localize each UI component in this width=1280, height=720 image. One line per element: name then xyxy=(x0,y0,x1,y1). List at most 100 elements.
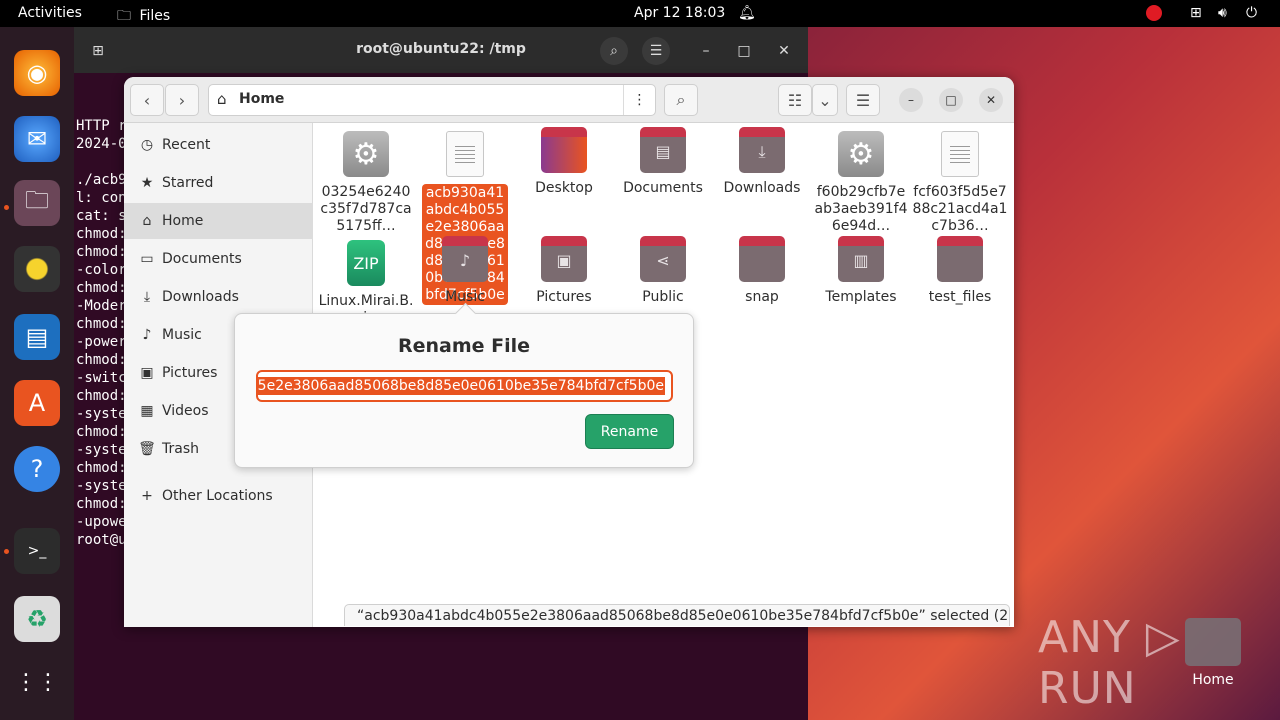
file-label: Documents xyxy=(623,180,703,196)
activities-button[interactable]: Activities xyxy=(18,5,82,21)
maximize-icon: □ xyxy=(945,93,957,107)
text-file-icon xyxy=(941,131,979,177)
file-item[interactable]: ⚙ 03254e6240c35f7d787ca5175ff… xyxy=(318,131,414,235)
file-label: f60b29cfb7eab3aeb391f46e94d… xyxy=(814,184,908,234)
sidebar-item-label: Videos xyxy=(162,403,209,419)
rename-input[interactable]: acb930a41abdc4b055e2e3806aad85068be8d85e… xyxy=(256,370,673,402)
file-item[interactable]: ⋖ Public xyxy=(615,236,711,306)
menu-icon[interactable]: ☰ xyxy=(642,37,670,65)
terminal-line: l: con xyxy=(76,190,127,206)
terminal-icon[interactable]: >_ xyxy=(14,528,60,574)
text-file-icon xyxy=(446,131,484,177)
file-label: Downloads xyxy=(723,180,801,196)
terminal-line: ./acb9 xyxy=(76,172,127,188)
file-label: snap xyxy=(745,289,779,305)
view-list-button[interactable]: ☷ xyxy=(778,84,812,116)
chevron-down-icon: ⌄ xyxy=(818,90,832,110)
star-icon: ★ xyxy=(140,175,154,191)
path-bar[interactable]: ⌂ Home ⋮ xyxy=(208,84,656,116)
executable-icon: ⚙ xyxy=(838,131,884,177)
folder-icon: ⤓ xyxy=(739,127,785,173)
terminal-line: -upowe xyxy=(76,514,127,530)
download-icon: ⤓ xyxy=(143,289,151,305)
power-icon[interactable]: ⏻ xyxy=(1246,5,1257,21)
file-item[interactable]: Desktop xyxy=(516,127,612,197)
view-options-button[interactable]: ⌄ xyxy=(812,84,838,116)
sidebar-item-label: Pictures xyxy=(162,365,218,381)
terminal-line: chmod: xyxy=(76,226,127,242)
files-headerbar: ‹ › ⌂ Home ⋮ ⌕ ☷ ⌄ ☰ – □ ✕ xyxy=(124,77,1014,123)
sidebar-item-starred[interactable]: ★ Starred xyxy=(124,165,313,201)
clock-icon: ◷ xyxy=(140,137,154,153)
maximize-icon[interactable]: □ xyxy=(730,37,758,65)
selection-status: “acb930a41abdc4b055e2e3806aad85068be8d85… xyxy=(344,604,1010,626)
file-item[interactable]: ▤ Documents xyxy=(615,127,711,197)
search-icon[interactable]: ⌕ xyxy=(600,37,628,65)
terminal-line: chmod: xyxy=(76,424,127,440)
menu-icon: ☰ xyxy=(855,90,871,110)
path-menu-icon[interactable]: ⋮ xyxy=(623,85,655,115)
terminal-line: chmod: xyxy=(76,496,127,512)
rename-title: Rename File xyxy=(397,335,531,357)
back-button[interactable]: ‹ xyxy=(130,84,164,116)
file-item[interactable]: ▥ Templates xyxy=(813,236,909,306)
recycle-bin-icon[interactable]: ♻ xyxy=(14,596,60,642)
bell-icon[interactable]: 🔔︎ xyxy=(738,5,756,21)
file-item[interactable]: ♪ Music xyxy=(417,236,513,306)
record-indicator-icon[interactable] xyxy=(1146,5,1162,21)
close-icon[interactable]: ✕ xyxy=(770,37,798,65)
sidebar-item-downloads[interactable]: ⤓ Downloads xyxy=(124,279,313,315)
sidebar-item-home[interactable]: ⌂ Home xyxy=(124,203,313,239)
search-button[interactable]: ⌕ xyxy=(664,84,698,116)
file-item[interactable]: ⤓ Downloads xyxy=(714,127,810,197)
clock[interactable]: Apr 12 18:03 xyxy=(634,5,725,21)
show-apps-icon[interactable]: ⋮⋮ xyxy=(14,659,60,705)
firefox-icon[interactable]: ◉ xyxy=(14,50,60,96)
plus-icon: + xyxy=(141,488,153,504)
minimize-icon[interactable]: – xyxy=(692,37,720,65)
close-button[interactable]: ✕ xyxy=(979,88,1003,112)
terminal-line: -syste xyxy=(76,406,127,422)
desktop-home-icon[interactable]: Home xyxy=(1180,618,1246,688)
file-item[interactable]: snap xyxy=(714,236,810,306)
zip-archive-icon: ZIP xyxy=(347,240,385,286)
sidebar-item-label: Other Locations xyxy=(162,488,273,504)
maximize-button[interactable]: □ xyxy=(939,88,963,112)
terminal-line: chmod: xyxy=(76,316,127,332)
files-icon[interactable]: 🗀 xyxy=(14,180,60,226)
file-item[interactable]: test_files xyxy=(912,236,1008,306)
writer-icon[interactable]: ▤ xyxy=(14,314,60,360)
minimize-button[interactable]: – xyxy=(899,88,923,112)
list-view-icon: ☷ xyxy=(787,90,803,110)
executable-icon: ⚙ xyxy=(343,131,389,177)
help-icon[interactable]: ? xyxy=(14,446,60,492)
app-name: Files xyxy=(139,8,171,24)
chevron-left-icon: ‹ xyxy=(143,90,151,110)
terminal-line: 2024-0 xyxy=(76,136,127,152)
sidebar-item-recent[interactable]: ◷ Recent xyxy=(124,127,313,163)
app-menu[interactable]: 🗀 Files xyxy=(117,5,170,29)
forward-button[interactable]: › xyxy=(165,84,199,116)
sidebar-item-other-locations[interactable]: + Other Locations xyxy=(124,478,313,514)
path-home-label: Home xyxy=(239,91,285,107)
terminal-output: HTTP r 2024-0 ./acb9 l: con cat: s chmod: chmo… xyxy=(76,117,127,549)
network-icon[interactable]: ⊞ xyxy=(1190,5,1202,21)
folder-icon: ⋖ xyxy=(640,236,686,282)
file-item[interactable]: ⚙ f60b29cfb7eab3aeb391f46e94d… xyxy=(813,131,909,235)
terminal-line: HTTP r xyxy=(76,118,127,134)
document-icon: ▭ xyxy=(140,251,154,267)
file-item[interactable]: fcf603f5d5e788c21acd4a1c7b36… xyxy=(912,131,1008,235)
rhythmbox-icon[interactable] xyxy=(14,246,60,292)
terminal-line: -power xyxy=(76,334,127,350)
home-folder-icon xyxy=(1185,618,1241,666)
sidebar-item-documents[interactable]: ▭ Documents xyxy=(124,241,313,277)
search-icon: ⌕ xyxy=(676,90,686,109)
volume-icon[interactable]: 🔊︎ xyxy=(1218,5,1227,21)
thunderbird-icon[interactable]: ✉ xyxy=(14,116,60,162)
app-center-icon[interactable]: A xyxy=(14,380,60,426)
sidebar-item-label: Recent xyxy=(162,137,211,153)
main-menu-button[interactable]: ☰ xyxy=(846,84,880,116)
file-item[interactable]: ▣ Pictures xyxy=(516,236,612,306)
rename-button[interactable]: Rename xyxy=(585,414,674,449)
folder-icon xyxy=(541,127,587,173)
